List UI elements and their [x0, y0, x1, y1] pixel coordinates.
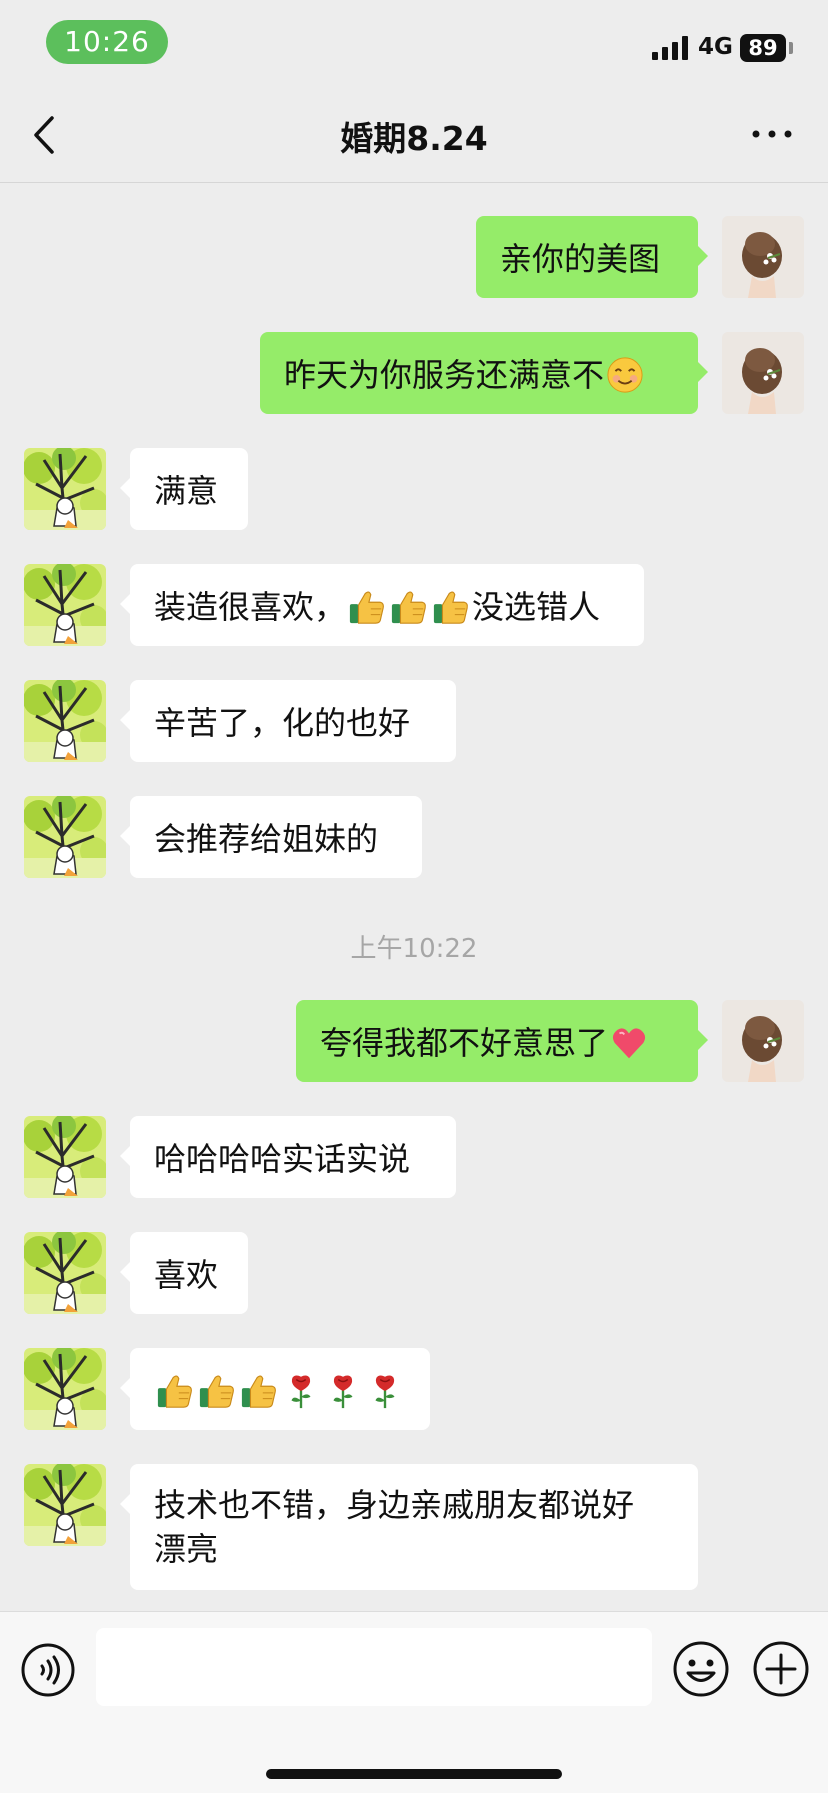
message-input[interactable]: [96, 1628, 652, 1706]
smiling-face-icon: [606, 356, 644, 394]
emoji-icon[interactable]: [672, 1640, 730, 1698]
self-avatar[interactable]: [722, 216, 804, 298]
message-bubble[interactable]: 哈哈哈哈实话实说: [120, 1116, 456, 1198]
rose-icon: [366, 1372, 404, 1410]
rose-icon: [324, 1372, 362, 1410]
network-label: 4G: [698, 34, 733, 60]
message-bubble[interactable]: 技术也不错，身边亲戚朋友都说好 漂亮: [120, 1464, 698, 1590]
message-text: 亲你的美图: [500, 240, 661, 278]
signal-icon: [652, 36, 688, 60]
message-bubble[interactable]: 满意: [120, 448, 248, 530]
message-text: 哈哈哈哈实话实说: [154, 1140, 411, 1178]
message-text-line: 漂亮: [154, 1530, 219, 1568]
contact-avatar[interactable]: [24, 680, 106, 762]
message-bubble[interactable]: 亲你的美图: [476, 216, 708, 298]
contact-avatar[interactable]: [24, 1116, 106, 1198]
heart-icon: [610, 1024, 648, 1062]
contact-avatar[interactable]: [24, 1232, 106, 1314]
status-bar: 10:26 4G 89: [0, 0, 828, 86]
thumbs-up-icon: [240, 1372, 278, 1410]
message-text: 昨天为你服务还满意不: [284, 356, 605, 394]
contact-avatar[interactable]: [24, 1464, 106, 1546]
status-time: 10:26: [46, 20, 168, 64]
home-indicator[interactable]: [266, 1769, 562, 1779]
message-text: 辛苦了，化的也好: [154, 704, 411, 742]
voice-icon[interactable]: [20, 1642, 76, 1698]
more-icon[interactable]: [750, 116, 794, 152]
self-avatar[interactable]: [722, 1000, 804, 1082]
message-bubble[interactable]: 装造很喜欢， 没选错人: [120, 564, 644, 646]
battery-indicator: 89: [740, 34, 786, 62]
rose-icon: [282, 1372, 320, 1410]
chat-title: 婚期8.24: [340, 119, 488, 158]
contact-avatar[interactable]: [24, 796, 106, 878]
message-bubble[interactable]: 辛苦了，化的也好: [120, 680, 456, 762]
contact-avatar[interactable]: [24, 1348, 106, 1430]
thumbs-up-icon: [432, 588, 470, 626]
message-bubble[interactable]: [120, 1348, 430, 1430]
message-text: 装造很喜欢，: [154, 588, 347, 626]
contact-avatar[interactable]: [24, 564, 106, 646]
self-avatar[interactable]: [722, 332, 804, 414]
message-text: 夸得我都不好意思了: [320, 1024, 609, 1062]
thumbs-up-icon: [348, 588, 386, 626]
message-text: 没选错人: [472, 588, 601, 626]
plus-icon[interactable]: [752, 1640, 810, 1698]
battery-tip: [789, 42, 793, 54]
thumbs-up-icon: [156, 1372, 194, 1410]
message-bubble[interactable]: 会推荐给姐妹的: [120, 796, 422, 878]
message-timestamp: 上午10:22: [350, 934, 478, 964]
thumbs-up-icon: [390, 588, 428, 626]
message-text: 喜欢: [154, 1256, 219, 1294]
chat-header: 婚期8.24: [0, 86, 828, 183]
message-text: 满意: [154, 472, 219, 510]
message-bubble[interactable]: 夸得我都不好意思了: [296, 1000, 708, 1082]
chat-input-bar: [0, 1611, 828, 1793]
contact-avatar[interactable]: [24, 448, 106, 530]
message-text-line: 技术也不错，身边亲戚朋友都说好: [154, 1486, 635, 1524]
message-text: 会推荐给姐妹的: [154, 820, 379, 858]
message-bubble[interactable]: 喜欢: [120, 1232, 248, 1314]
thumbs-up-icon: [198, 1372, 236, 1410]
message-bubble[interactable]: 昨天为你服务还满意不: [260, 332, 708, 414]
